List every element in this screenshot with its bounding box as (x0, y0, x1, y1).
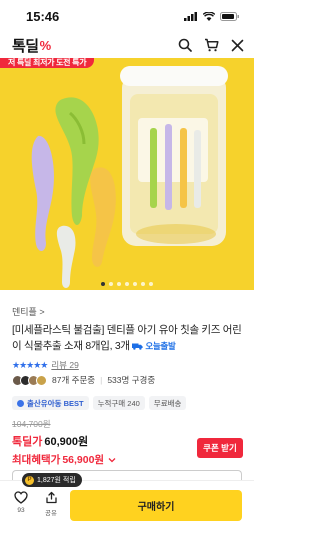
cumulative-purchase-tag: 누적구매 240 (92, 396, 145, 410)
status-icons (184, 11, 240, 21)
benefit-price-label: 최대혜택가 (12, 454, 61, 466)
price-block: 104,700원 톡딜가 60,900원 최대혜택가 56,900원 (12, 418, 116, 467)
best-tag-icon (17, 399, 24, 407)
like-button[interactable]: 93 (11, 491, 31, 514)
deal-price-label: 톡딜가 (12, 436, 43, 448)
toothbrush-product-illustration (31, 66, 228, 288)
review-link[interactable]: 리뷰 29 (51, 359, 78, 371)
coin-icon: P (25, 475, 34, 485)
carousel-dot[interactable] (149, 282, 153, 286)
buyer-avatars (12, 374, 47, 386)
battery-icon (220, 11, 239, 21)
heart-icon (14, 491, 28, 504)
tags-row: 출산유아동 BEST 누적구매 240 무료배송 (12, 396, 187, 410)
free-shipping-tag: 무료배송 (148, 396, 187, 410)
promo-banner: 저 특딜 최저가 도전 특가 (0, 58, 95, 68)
share-button[interactable]: 공유 (41, 491, 61, 517)
carousel-dots (0, 282, 254, 286)
carousel-dot[interactable] (141, 282, 145, 286)
best-tag-label: 출산유아동 BEST (27, 398, 84, 408)
share-label: 공유 (45, 510, 57, 517)
status-bar: 15:46 (0, 0, 254, 32)
product-title-text: [미세플라스틱 불검출] 덴티플 아기 유아 칫솔 키즈 어린이 식물추출 소재… (12, 324, 242, 352)
header-actions (178, 38, 244, 52)
product-image-carousel[interactable]: 저 특딜 최저가 도전 특가 (0, 58, 254, 290)
rating-row: ★★★★★ 리뷰 29 (12, 359, 79, 371)
carousel-dot[interactable] (133, 282, 137, 286)
coupon-button[interactable]: 쿠폰 받기 (197, 438, 243, 458)
carousel-dot[interactable] (109, 282, 113, 286)
carousel-dot[interactable] (125, 282, 129, 286)
deal-price-line: 톡딜가 60,900원 (12, 433, 116, 449)
brand-link[interactable]: 덴티플 > (12, 305, 45, 318)
carousel-dot[interactable] (101, 282, 105, 286)
app-header: 톡딜 % (0, 32, 254, 58)
chevron-down-icon[interactable] (108, 457, 116, 463)
signal-icon (184, 11, 197, 21)
carousel-dot[interactable] (117, 282, 121, 286)
divider: | (100, 375, 103, 385)
like-count: 93 (17, 507, 25, 514)
viewer-count: 533명 구경중 (107, 375, 156, 385)
delivery-badge: 오늘출발 (132, 338, 176, 354)
wifi-icon (203, 11, 215, 21)
truck-icon (132, 343, 143, 350)
star-rating: ★★★★★ (12, 359, 48, 370)
benefit-price-line: 최대혜택가 56,900원 (12, 452, 116, 467)
points-chip-label: 1,827원 적립 (37, 477, 76, 484)
status-time: 15:46 (26, 8, 60, 24)
best-tag[interactable]: 출산유아동 BEST (12, 396, 89, 410)
points-chip: P 1,827원 적립 (22, 473, 82, 487)
delivery-badge-label: 오늘출발 (145, 341, 176, 352)
benefit-price: 56,900원 (62, 454, 105, 466)
logo[interactable]: 톡딜 % (12, 35, 51, 56)
close-icon[interactable] (231, 39, 244, 52)
product-title: [미세플라스틱 불검출] 덴티플 아기 유아 칫솔 키즈 어린이 식물추출 소재… (12, 322, 244, 354)
bottom-action-bar: P 1,827원 적립 93 공유 구매하기 (0, 473, 254, 550)
buyers-row: 87개 주문중 | 533명 구경중 (12, 374, 155, 386)
order-count: 87개 주문중 (52, 375, 96, 385)
avatar (36, 374, 47, 386)
buy-button[interactable]: 구매하기 (70, 490, 242, 521)
share-icon (45, 491, 57, 504)
logo-text: 톡딜 (12, 37, 39, 55)
original-price: 104,700원 (12, 419, 51, 429)
deal-price: 60,900원 (44, 436, 89, 448)
cart-icon[interactable] (204, 38, 219, 52)
logo-mark: % (39, 37, 52, 53)
search-icon[interactable] (178, 38, 192, 52)
